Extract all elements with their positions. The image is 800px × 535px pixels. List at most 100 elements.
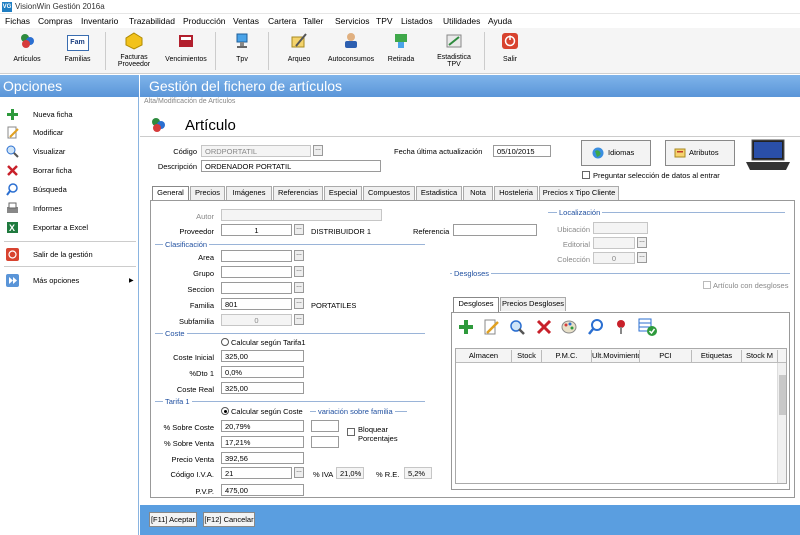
seccion-field[interactable] xyxy=(221,282,292,294)
autoconsumos-button[interactable]: Autoconsumos xyxy=(322,30,380,72)
menu-inventario[interactable]: Inventario xyxy=(81,16,118,26)
variacion-venta-field[interactable] xyxy=(311,436,339,448)
menu-cartera[interactable]: Cartera xyxy=(268,16,296,26)
familias-button[interactable]: Fam Familias xyxy=(55,30,100,72)
familia-field[interactable]: 801 xyxy=(221,298,292,310)
search-icon[interactable] xyxy=(588,319,604,335)
salir-button[interactable]: Salir xyxy=(490,30,530,72)
ubicacion-field[interactable] xyxy=(593,222,648,234)
menu-fichas[interactable]: Fichas xyxy=(5,16,30,26)
tab-precios-tipo-cliente[interactable]: Precios x Tipo Cliente xyxy=(539,186,619,200)
coleccion-lookup-button[interactable]: … xyxy=(637,252,647,263)
menu-listados[interactable]: Listados xyxy=(401,16,433,26)
cancel-button[interactable]: [F12] Cancelar xyxy=(203,512,255,527)
tab-imagenes[interactable]: Imágenes xyxy=(226,186,272,200)
dto-field[interactable]: 0,0% xyxy=(221,366,304,378)
sidebar-item-busqueda[interactable]: Búsqueda xyxy=(0,181,138,199)
palette-icon[interactable] xyxy=(561,319,577,335)
sobre-coste-field[interactable]: 20,79% xyxy=(221,420,304,432)
arqueo-button[interactable]: Arqueo xyxy=(278,30,320,72)
sidebar-item-nueva-ficha[interactable]: Nueva ficha xyxy=(0,106,138,124)
calc-coste-radio[interactable] xyxy=(221,407,229,415)
col-stock-m[interactable]: Stock M xyxy=(742,350,778,362)
menu-taller[interactable]: Taller xyxy=(303,16,323,26)
iva-lookup-button[interactable]: … xyxy=(294,467,304,478)
subfamilia-field[interactable]: 0 xyxy=(221,314,292,326)
variacion-coste-field[interactable] xyxy=(311,420,339,432)
sidebar-item-visualizar[interactable]: Visualizar xyxy=(0,143,138,161)
descripcion-field[interactable]: ORDENADOR PORTATIL xyxy=(201,160,381,172)
tab-precios[interactable]: Precios xyxy=(190,186,225,200)
menu-tpv[interactable]: TPV xyxy=(376,16,393,26)
bloquear-checkbox[interactable] xyxy=(347,428,355,436)
codigo-lookup-button[interactable]: … xyxy=(313,145,323,156)
view-icon[interactable] xyxy=(509,319,525,335)
scrollbar-thumb[interactable] xyxy=(779,375,786,415)
col-almacen[interactable]: Almacen xyxy=(456,350,512,362)
desgloses-grid[interactable]: Almacen Stock P.M.C. Ult.Movimiento PCI … xyxy=(455,348,787,484)
col-stock[interactable]: Stock xyxy=(512,350,542,362)
vertical-scrollbar[interactable] xyxy=(777,363,786,483)
codigo-field[interactable]: ORDPORTATIL xyxy=(201,145,311,157)
menu-utilidades[interactable]: Utilidades xyxy=(443,16,480,26)
area-field[interactable] xyxy=(221,250,292,262)
coste-real-field[interactable]: 325,00 xyxy=(221,382,304,394)
articulos-button[interactable]: Artículos xyxy=(2,30,52,72)
preguntar-checkbox[interactable] xyxy=(582,171,590,179)
accept-button[interactable]: [F11] Aceptar xyxy=(149,512,197,527)
tpv-button[interactable]: Tpv xyxy=(222,30,262,72)
familia-lookup-button[interactable]: … xyxy=(294,298,304,309)
grupo-lookup-button[interactable]: … xyxy=(294,266,304,277)
sidebar-item-modificar[interactable]: Modificar xyxy=(0,124,138,142)
con-desgloses-checkbox[interactable] xyxy=(703,281,711,289)
fecha-field[interactable]: 05/10/2015 xyxy=(493,145,551,157)
subfamilia-lookup-button[interactable]: … xyxy=(294,314,304,325)
col-pmc[interactable]: P.M.C. xyxy=(542,350,592,362)
tab-desgloses[interactable]: Desgloses xyxy=(453,297,499,312)
retirada-button[interactable]: Retirada xyxy=(380,30,422,72)
tag-icon[interactable] xyxy=(613,319,629,335)
tab-precios-desgloses[interactable]: Precios Desgloses xyxy=(500,297,566,311)
tab-hosteleria[interactable]: Hosteleria xyxy=(494,186,538,200)
facturas-proveedor-button[interactable]: Facturas Proveedor xyxy=(108,30,160,72)
sobre-venta-field[interactable]: 17,21% xyxy=(221,436,304,448)
estadistica-tpv-button[interactable]: Estadistica TPV xyxy=(428,30,480,72)
sidebar-item-exportar-excel[interactable]: X Exportar a Excel xyxy=(0,219,138,237)
col-etiquetas[interactable]: Etiquetas xyxy=(692,350,742,362)
sidebar-item-salir-gestion[interactable]: Salir de la gestión xyxy=(0,246,138,264)
tab-referencias[interactable]: Referencias xyxy=(273,186,323,200)
iva-code-field[interactable]: 21 xyxy=(221,467,292,479)
plus-icon[interactable] xyxy=(458,319,474,335)
delete-icon[interactable] xyxy=(536,319,552,335)
menu-trazabilidad[interactable]: Trazabilidad xyxy=(129,16,175,26)
menu-produccion[interactable]: Producción xyxy=(183,16,226,26)
tab-nota[interactable]: Nota xyxy=(463,186,493,200)
col-ult-movimiento[interactable]: Ult.Movimiento xyxy=(592,350,640,362)
edit-icon[interactable] xyxy=(483,319,499,335)
re-field[interactable]: 5,2% xyxy=(404,467,432,479)
pvp-field[interactable]: 475,00 xyxy=(221,484,304,496)
atributos-button[interactable]: Atributos xyxy=(665,140,735,166)
menu-servicios[interactable]: Servicios xyxy=(335,16,369,26)
iva-field[interactable]: 21,0% xyxy=(336,467,364,479)
sidebar-item-borrar-ficha[interactable]: Borrar ficha xyxy=(0,162,138,180)
tab-estadistica[interactable]: Estadistica xyxy=(416,186,462,200)
editorial-field[interactable] xyxy=(593,237,635,249)
calc-tarifa-radio[interactable] xyxy=(221,338,229,346)
tab-especial[interactable]: Especial xyxy=(324,186,362,200)
sidebar-item-informes[interactable]: Informes xyxy=(0,200,138,218)
seccion-lookup-button[interactable]: … xyxy=(294,282,304,293)
vencimientos-button[interactable]: Vencimientos xyxy=(160,30,212,72)
proveedor-field[interactable]: 1 xyxy=(221,224,292,236)
coste-inicial-field[interactable]: 325,00 xyxy=(221,350,304,362)
menu-ayuda[interactable]: Ayuda xyxy=(488,16,512,26)
referencia-field[interactable] xyxy=(453,224,537,236)
menu-compras[interactable]: Compras xyxy=(38,16,72,26)
grid-check-icon[interactable] xyxy=(638,318,658,336)
autor-field[interactable] xyxy=(221,209,382,221)
idiomas-button[interactable]: Idiomas xyxy=(581,140,651,166)
sidebar-item-mas-opciones[interactable]: Más opciones ▶ xyxy=(0,272,138,290)
editorial-lookup-button[interactable]: … xyxy=(637,237,647,248)
coleccion-field[interactable]: 0 xyxy=(593,252,635,264)
grupo-field[interactable] xyxy=(221,266,292,278)
